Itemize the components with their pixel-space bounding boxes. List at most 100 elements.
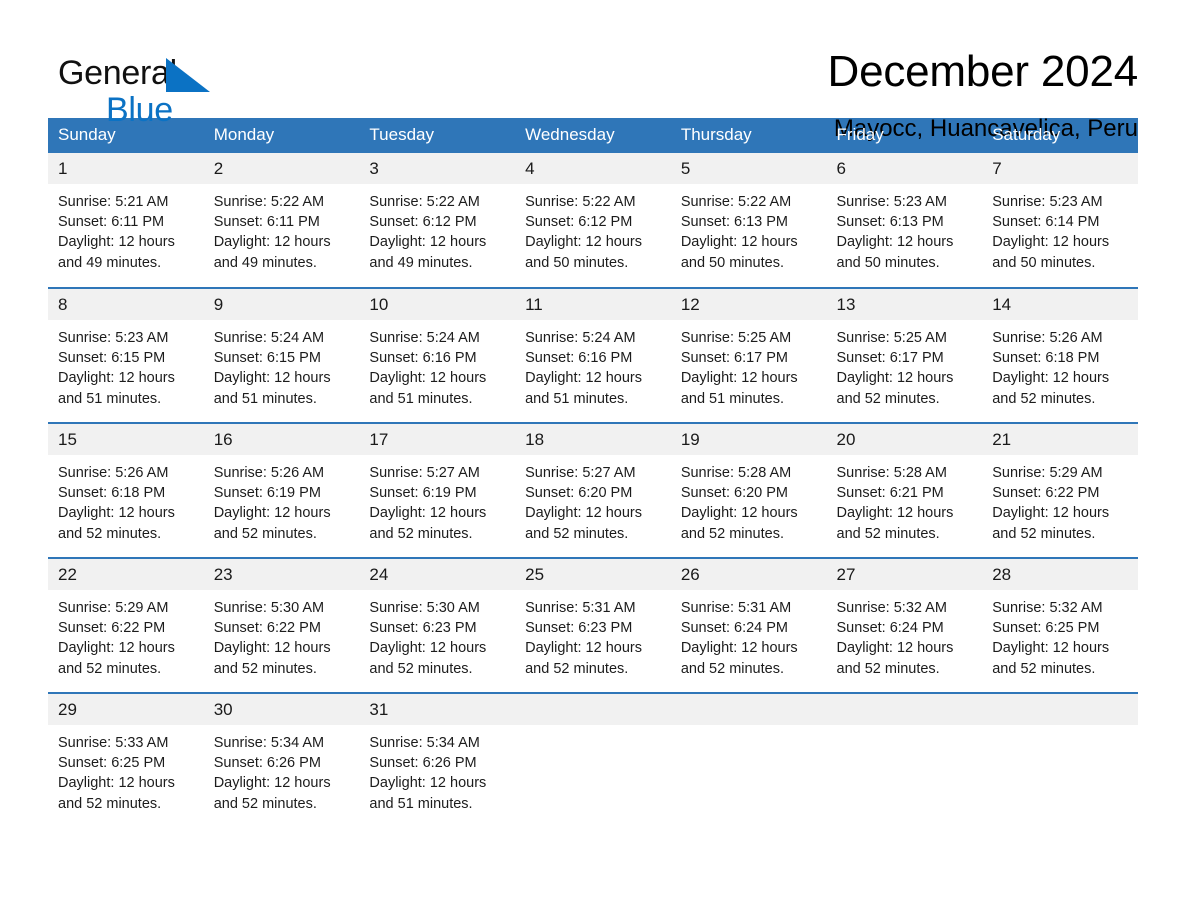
day-cell[interactable]: 23 Sunrise: 5:30 AM Sunset: 6:22 PM Dayligh…	[203, 557, 360, 693]
daylight-text-line1: Daylight: 12 hours	[836, 234, 954, 251]
day-info: Sunrise: 5:26 AM Sunset: 6:19 PM Daylight:…	[204, 455, 360, 544]
sunrise-text: Sunrise: 5:27 AM	[369, 465, 480, 481]
sunrise-text: Sunrise: 5:25 AM	[836, 330, 947, 346]
sunset-text: Sunset: 6:12 PM	[525, 214, 633, 231]
day-number: 16	[203, 424, 360, 455]
daylight-text-line1: Daylight: 12 hours	[525, 234, 642, 251]
day-number: 14	[982, 289, 1138, 320]
sunset-text: Sunset: 6:13 PM	[680, 214, 789, 231]
daylight-text-line1: Daylight: 12 hours	[369, 505, 487, 522]
sunrise-text: Sunrise: 5:22 AM	[369, 194, 480, 210]
blue-triangle-icon	[166, 58, 210, 92]
daylight-text-line1: Daylight: 12 hours	[213, 370, 331, 387]
day-cell[interactable]: 24 Sunrise: 5:30 AM Sunset: 6:23 PM Dayligh…	[359, 557, 516, 693]
day-number: 5	[670, 153, 827, 184]
daylight-text-line2: and 52 minutes.	[836, 390, 940, 407]
day-cell[interactable]: 25 Sunrise: 5:31 AM Sunset: 6:23 PM Dayligh…	[515, 557, 671, 693]
day-number: 27	[826, 559, 983, 590]
day-info	[827, 725, 983, 733]
day-info: Sunrise: 5:34 AM Sunset: 6:26 PM Daylight:…	[359, 725, 515, 814]
day-cell[interactable]: 10 Sunrise: 5:24 AM Sunset: 6:16 PM Dayligh…	[359, 287, 516, 423]
day-cell[interactable]: 8 Sunrise: 5:23 AM Sunset: 6:15 PM Daylight…	[48, 287, 204, 423]
day-info: Sunrise: 5:30 AM Sunset: 6:22 PM Daylight:…	[204, 590, 360, 679]
day-cell[interactable]: 31 Sunrise: 5:34 AM Sunset: 6:26 PM Dayligh…	[359, 692, 516, 828]
calendar-week-row: 29 Sunrise: 5:33 AM Sunset: 6:25 PM Dayligh…	[48, 692, 1138, 828]
daylight-text-line2: and 50 minutes.	[992, 254, 1096, 271]
sunrise-text: Sunrise: 5:31 AM	[525, 600, 636, 616]
day-cell[interactable]: 28 Sunrise: 5:32 AM Sunset: 6:25 PM Dayligh…	[982, 557, 1138, 693]
day-cell[interactable]: 19 Sunrise: 5:28 AM Sunset: 6:20 PM Dayligh…	[670, 422, 827, 558]
brand-logo[interactable]: General Blue	[58, 46, 248, 127]
daylight-text-line1: Daylight: 12 hours	[58, 775, 175, 792]
day-cell[interactable]: 27 Sunrise: 5:32 AM Sunset: 6:24 PM Dayligh…	[826, 557, 983, 693]
daylight-text-line2: and 50 minutes.	[680, 254, 784, 271]
day-cell[interactable]: 26 Sunrise: 5:31 AM Sunset: 6:24 PM Dayligh…	[670, 557, 827, 693]
day-cell[interactable]: 4 Sunrise: 5:22 AM Sunset: 6:12 PM Daylight…	[515, 153, 671, 288]
sunrise-text: Sunrise: 5:30 AM	[369, 600, 480, 616]
day-cell[interactable]: 20 Sunrise: 5:28 AM Sunset: 6:21 PM Dayligh…	[826, 422, 983, 558]
day-number: 30	[203, 694, 360, 725]
daylight-text-line1: Daylight: 12 hours	[525, 370, 642, 387]
daylight-text-line2: and 52 minutes.	[58, 525, 162, 542]
day-info: Sunrise: 5:24 AM Sunset: 6:16 PM Daylight:…	[515, 320, 671, 409]
day-number: 8	[48, 289, 204, 320]
sunset-text: Sunset: 6:11 PM	[213, 214, 320, 231]
day-cell[interactable]: 14 Sunrise: 5:26 AM Sunset: 6:18 PM Dayligh…	[982, 287, 1138, 423]
day-cell[interactable]: 30 Sunrise: 5:34 AM Sunset: 6:26 PM Dayligh…	[203, 692, 360, 828]
day-number: 9	[203, 289, 360, 320]
daylight-text-line2: and 51 minutes.	[525, 390, 629, 407]
day-cell[interactable]: 22 Sunrise: 5:29 AM Sunset: 6:22 PM Dayligh…	[48, 557, 204, 693]
daylight-text-line1: Daylight: 12 hours	[525, 640, 642, 657]
sunrise-text: Sunrise: 5:23 AM	[58, 330, 169, 346]
daylight-text-line1: Daylight: 12 hours	[992, 370, 1110, 387]
day-info: Sunrise: 5:27 AM Sunset: 6:20 PM Daylight:…	[515, 455, 671, 544]
day-number: 18	[515, 424, 671, 455]
daylight-text-line2: and 52 minutes.	[213, 660, 317, 677]
day-info: Sunrise: 5:25 AM Sunset: 6:17 PM Daylight:…	[671, 320, 827, 409]
sunset-text: Sunset: 6:11 PM	[58, 214, 165, 231]
day-cell[interactable]: 1 Sunrise: 5:21 AM Sunset: 6:11 PM Daylight…	[48, 153, 204, 288]
day-cell[interactable]: 13 Sunrise: 5:25 AM Sunset: 6:17 PM Dayligh…	[826, 287, 983, 423]
sunset-text: Sunset: 6:19 PM	[369, 485, 477, 502]
day-cell[interactable]: 21 Sunrise: 5:29 AM Sunset: 6:22 PM Dayligh…	[982, 422, 1138, 558]
day-info: Sunrise: 5:21 AM Sunset: 6:11 PM Daylight:…	[48, 184, 204, 273]
sunrise-text: Sunrise: 5:23 AM	[836, 194, 947, 210]
day-cell[interactable]: 16 Sunrise: 5:26 AM Sunset: 6:19 PM Dayligh…	[203, 422, 360, 558]
day-cell[interactable]: 3 Sunrise: 5:22 AM Sunset: 6:12 PM Daylight…	[359, 153, 516, 288]
sunset-text: Sunset: 6:25 PM	[58, 755, 166, 772]
day-cell[interactable]: 2 Sunrise: 5:22 AM Sunset: 6:11 PM Daylight…	[203, 153, 360, 288]
day-info: Sunrise: 5:22 AM Sunset: 6:13 PM Daylight:…	[671, 184, 827, 273]
day-cell[interactable]: 29 Sunrise: 5:33 AM Sunset: 6:25 PM Dayligh…	[48, 692, 204, 828]
day-info: Sunrise: 5:22 AM Sunset: 6:12 PM Daylight:…	[359, 184, 515, 273]
day-cell[interactable]: 7 Sunrise: 5:23 AM Sunset: 6:14 PM Daylight…	[982, 153, 1138, 288]
day-cell[interactable]: 18 Sunrise: 5:27 AM Sunset: 6:20 PM Dayligh…	[515, 422, 671, 558]
day-info: Sunrise: 5:23 AM Sunset: 6:13 PM Daylight:…	[827, 184, 983, 273]
daylight-text-line2: and 50 minutes.	[525, 254, 629, 271]
day-info: Sunrise: 5:25 AM Sunset: 6:17 PM Daylight:…	[827, 320, 983, 409]
sunrise-text: Sunrise: 5:24 AM	[525, 330, 636, 346]
daylight-text-line1: Daylight: 12 hours	[836, 370, 954, 387]
day-info: Sunrise: 5:33 AM Sunset: 6:25 PM Daylight:…	[48, 725, 204, 814]
day-cell[interactable]: 9 Sunrise: 5:24 AM Sunset: 6:15 PM Daylight…	[203, 287, 360, 423]
day-cell[interactable]: 15 Sunrise: 5:26 AM Sunset: 6:18 PM Dayligh…	[48, 422, 204, 558]
sunrise-text: Sunrise: 5:28 AM	[680, 465, 792, 481]
day-info: Sunrise: 5:29 AM Sunset: 6:22 PM Daylight:…	[982, 455, 1138, 544]
day-cell[interactable]: 12 Sunrise: 5:25 AM Sunset: 6:17 PM Dayligh…	[670, 287, 827, 423]
day-cell[interactable]: 11 Sunrise: 5:24 AM Sunset: 6:16 PM Dayligh…	[515, 287, 671, 423]
sunset-text: Sunset: 6:21 PM	[836, 485, 944, 502]
day-info: Sunrise: 5:31 AM Sunset: 6:23 PM Daylight:…	[515, 590, 671, 679]
day-cell[interactable]: 17 Sunrise: 5:27 AM Sunset: 6:19 PM Dayligh…	[359, 422, 516, 558]
day-cell[interactable]: 6 Sunrise: 5:23 AM Sunset: 6:13 PM Daylight…	[826, 153, 983, 288]
sunset-text: Sunset: 6:14 PM	[992, 214, 1100, 231]
sunset-text: Sunset: 6:13 PM	[836, 214, 944, 231]
day-cell[interactable]: 5 Sunrise: 5:22 AM Sunset: 6:13 PM Daylight…	[670, 153, 827, 288]
daylight-text-line2: and 52 minutes.	[992, 390, 1096, 407]
daylight-text-line1: Daylight: 12 hours	[369, 775, 487, 792]
daylight-text-line1: Daylight: 12 hours	[213, 775, 331, 792]
daylight-text-line2: and 51 minutes.	[369, 390, 473, 407]
daylight-text-line2: and 52 minutes.	[836, 525, 940, 542]
day-info: Sunrise: 5:23 AM Sunset: 6:15 PM Daylight:…	[48, 320, 204, 409]
day-cell-empty	[826, 692, 983, 828]
day-number: 21	[982, 424, 1138, 455]
weekday-header-thursday: Thursday	[670, 118, 827, 153]
